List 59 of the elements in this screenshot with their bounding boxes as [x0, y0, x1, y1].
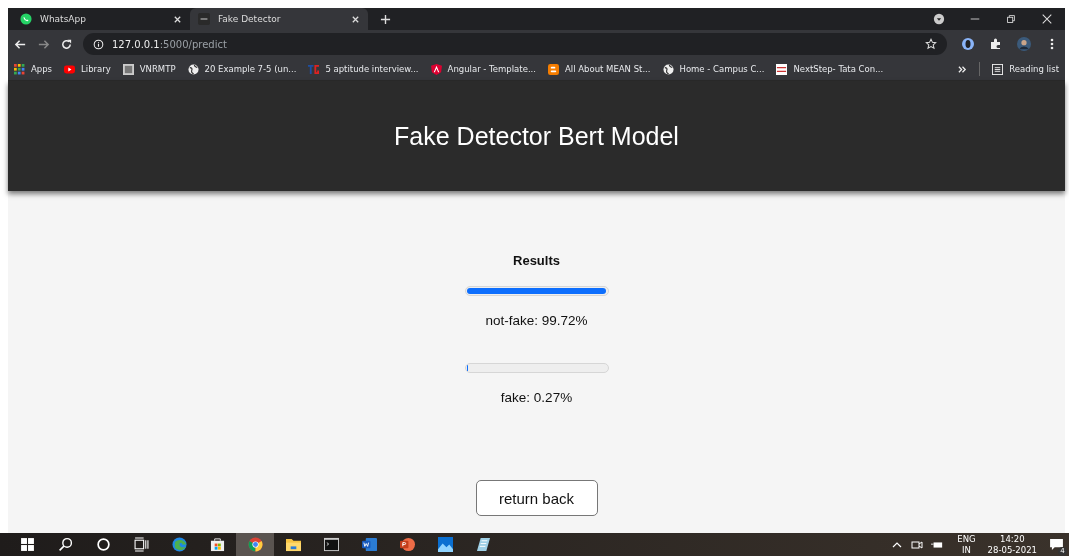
- bookmark-favicon: [776, 63, 788, 75]
- browser-logo-icon: [247, 537, 263, 552]
- extensions-icon[interactable]: [989, 37, 1003, 51]
- results-heading: Results: [513, 253, 560, 268]
- bookmark-item[interactable]: Home - Campus C...: [662, 63, 765, 75]
- bookmark-favicon: [308, 63, 320, 75]
- image-icon: [122, 63, 134, 75]
- bookmark-item[interactable]: All About MEAN St...: [548, 63, 651, 75]
- list-icon: [992, 63, 1004, 75]
- globe-icon: [187, 63, 199, 75]
- windows-icon: [19, 537, 35, 552]
- star-icon[interactable]: [925, 38, 937, 50]
- reload-icon[interactable]: [60, 37, 73, 51]
- bookmark-favicon: [548, 63, 559, 75]
- bookmark-item[interactable]: Angular - Template...: [430, 63, 536, 75]
- return-button[interactable]: return back: [475, 480, 598, 516]
- bookmark-item[interactable]: Library: [64, 63, 111, 75]
- task-view-icon: [133, 537, 149, 552]
- chevron-icon[interactable]: [958, 64, 968, 74]
- tab-favicon: [198, 13, 210, 25]
- notepad-icon: [475, 537, 491, 552]
- bookmark-item[interactable]: 20 Example 7-5 (un...: [187, 63, 297, 75]
- new-tab-icon[interactable]: [380, 13, 391, 25]
- ring-icon[interactable]: [961, 37, 975, 51]
- message-icon: [1049, 539, 1063, 550]
- page-title: Fake Detector Bert Model: [394, 121, 679, 151]
- close-icon[interactable]: [1041, 13, 1053, 25]
- tab-search-icon[interactable]: [933, 13, 945, 25]
- browser-tab[interactable]: WhatsApp: [12, 8, 190, 30]
- result-label: fake: 0.27%: [500, 390, 573, 405]
- info-icon: [93, 38, 104, 50]
- clock[interactable]: 14:20 28-05-2021: [987, 533, 1037, 556]
- language-indicator[interactable]: ENG IN: [957, 533, 976, 556]
- terminal-icon: [323, 537, 339, 552]
- folder-icon: [285, 537, 301, 552]
- wave-logo-icon: [171, 537, 187, 552]
- bookmark-item[interactable]: Apps: [14, 63, 53, 75]
- avatar-icon[interactable]: [1017, 37, 1031, 51]
- browser-tab[interactable]: Fake Detector: [190, 8, 368, 30]
- result-label: not-fake: 99.72%: [485, 313, 588, 328]
- grid-icon: [14, 63, 25, 75]
- globe-icon: [662, 63, 674, 75]
- bookmark-item[interactable]: 5 aptitude interview...: [308, 63, 419, 75]
- close-icon[interactable]: [351, 14, 360, 24]
- webcam-icon[interactable]: [911, 538, 924, 551]
- bookmark-item[interactable]: VNRMTP: [122, 63, 176, 75]
- shopping-bag-icon: [209, 537, 225, 552]
- reading-list-button[interactable]: Reading list: [992, 63, 1059, 75]
- play-button-icon: [64, 63, 76, 75]
- restore-icon[interactable]: [1005, 13, 1017, 25]
- bookmark-item[interactable]: NextStep- Tata Con...: [776, 63, 884, 75]
- photo-icon: [437, 537, 453, 552]
- presentation-icon: [399, 537, 415, 552]
- document-w-icon: [361, 537, 377, 552]
- close-icon[interactable]: [173, 14, 182, 24]
- search-icon: [57, 537, 73, 552]
- address-field[interactable]: 127.0.0.1:5000/predict: [83, 33, 947, 55]
- circle-icon: [95, 537, 111, 552]
- shield-icon: [430, 63, 442, 75]
